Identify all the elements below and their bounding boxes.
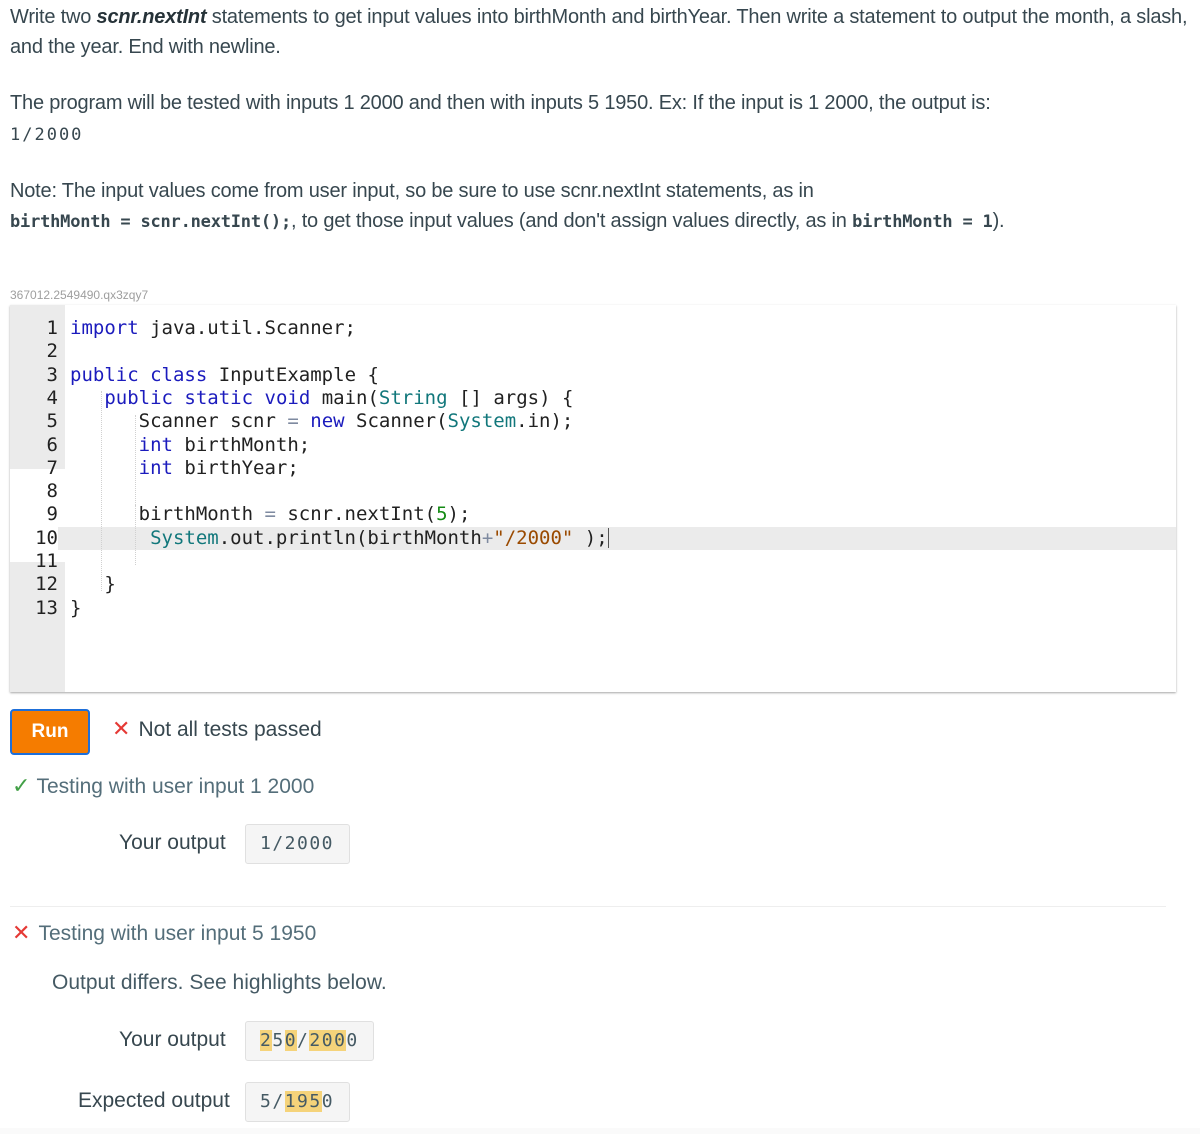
x-icon: ✕	[12, 920, 31, 945]
line-number: 6	[46, 433, 58, 456]
note-code-counterexample: birthMonth = 1	[852, 212, 993, 232]
diff-highlight-char: 2	[309, 1030, 322, 1051]
instructions-paragraph-2: The program will be tested with inputs 1…	[10, 88, 1190, 150]
code-line[interactable]: 12 }	[10, 573, 1176, 596]
line-number: 8	[46, 480, 58, 503]
test-1-title: Testing with user input 1 2000	[36, 775, 315, 798]
test-2-title: Testing with user input 5 1950	[38, 922, 317, 945]
example-output: 1/2000	[10, 125, 84, 145]
test-1-your-output-label: Your output	[119, 831, 226, 854]
output-char: 0	[321, 1091, 335, 1112]
test-2-your-output-label: Your output	[119, 1028, 226, 1051]
output-char: 5	[272, 1030, 285, 1051]
test-status-text: Not all tests passed	[138, 718, 322, 741]
test-status: ✕ Not all tests passed	[112, 716, 322, 742]
diff-highlight-char: 0	[334, 1030, 347, 1051]
note-text: Note: The input values come from user in…	[10, 180, 814, 202]
test-description-text: The program will be tested with inputs 1…	[10, 92, 991, 114]
code-text[interactable]: import java.util.Scanner;	[70, 317, 356, 340]
code-text[interactable]: Scanner scnr = new Scanner(System.in);	[70, 410, 574, 433]
diff-highlight-char: 5	[309, 1091, 322, 1112]
code-text[interactable]: }	[70, 573, 115, 596]
output-char: /	[272, 1091, 285, 1112]
code-line[interactable]: 11	[10, 550, 1176, 573]
instructions-paragraph-1: Write two scnr.nextInt statements to get…	[10, 2, 1190, 62]
bottom-edge	[0, 1128, 1200, 1134]
code-line[interactable]: 4 public static void main(String [] args…	[10, 387, 1176, 410]
text-cursor	[607, 528, 609, 549]
note-code-example: birthMonth = scnr.nextInt();	[10, 212, 291, 232]
line-number: 9	[46, 503, 58, 526]
code-line[interactable]: 7 int birthYear;	[10, 457, 1176, 480]
instructions-text: Write two	[10, 6, 97, 28]
test-divider	[10, 906, 1166, 907]
test-2-expected-output: 5/1950	[245, 1082, 350, 1122]
line-number: 7	[46, 456, 58, 479]
test-1-header: ✓ Testing with user input 1 2000	[12, 773, 314, 799]
code-line[interactable]: 8	[10, 480, 1176, 503]
line-number: 1	[46, 317, 58, 339]
diff-highlight-char: 2	[260, 1030, 273, 1051]
code-text[interactable]: birthMonth = scnr.nextInt(5);	[70, 503, 471, 526]
test-2-header: ✕ Testing with user input 5 1950	[12, 920, 316, 946]
line-number: 3	[46, 363, 58, 386]
line-number: 5	[46, 410, 58, 433]
run-button[interactable]: Run	[10, 709, 90, 755]
test-2-your-output: 250/2000	[245, 1021, 374, 1061]
output-char: 5	[260, 1091, 273, 1112]
line-number: 13	[35, 596, 58, 619]
note-text: , to get those input values (and don't a…	[290, 210, 853, 232]
test-1-your-output: 1/2000	[245, 824, 350, 864]
line-number: 12	[35, 573, 58, 596]
code-text[interactable]: int birthMonth;	[70, 434, 311, 457]
code-text[interactable]: public static void main(String [] args) …	[70, 387, 573, 410]
code-line[interactable]: 1 import java.util.Scanner;	[10, 317, 1176, 340]
code-line[interactable]: 13}	[10, 597, 1176, 620]
code-editor[interactable]: 1 import java.util.Scanner; 2 3 public class…	[10, 305, 1176, 692]
code-text[interactable]: int birthYear;	[70, 457, 299, 480]
line-number: 2	[46, 340, 58, 363]
diff-highlight-char: 9	[297, 1091, 310, 1112]
instructions-note: Note: The input values come from user in…	[10, 176, 1190, 237]
code-text[interactable]: }	[70, 597, 81, 620]
code-line[interactable]: 3 public class InputExample {	[10, 364, 1176, 387]
challenge-id: 367012.2549490.qx3zqy7	[10, 288, 149, 302]
diff-highlight-char: 0	[321, 1030, 335, 1051]
test-2-expected-output-label: Expected output	[78, 1089, 230, 1112]
code-text[interactable]: public class InputExample {	[70, 364, 379, 387]
line-number: 11	[35, 550, 58, 572]
code-line[interactable]: 5 Scanner scnr = new Scanner(System.in);	[10, 410, 1176, 433]
test-2-message: Output differs. See highlights below.	[52, 971, 387, 994]
output-char: 0	[346, 1030, 359, 1051]
check-icon: ✓	[12, 773, 31, 798]
indent-guide	[135, 505, 136, 565]
diff-highlight-char: 1	[284, 1091, 298, 1112]
line-number: 4	[46, 386, 58, 409]
code-line[interactable]: 6 int birthMonth;	[10, 434, 1176, 457]
code-line[interactable]: 9 birthMonth = scnr.nextInt(5);	[10, 503, 1176, 526]
line-number: 10	[10, 526, 58, 550]
code-line[interactable]: 2	[10, 340, 1176, 363]
indent-guide	[101, 391, 102, 591]
x-icon: ✕	[112, 716, 131, 741]
output-char: /	[297, 1030, 310, 1051]
code-line[interactable]: 10 System.out.println(birthMonth+"/2000"…	[10, 526, 1176, 550]
diff-highlight-char: 0	[284, 1030, 298, 1051]
instructions-bold-term: scnr.nextInt	[96, 6, 207, 28]
note-text: ).	[992, 210, 1005, 232]
code-text[interactable]: System.out.println(birthMonth+"/2000" );	[70, 527, 609, 550]
